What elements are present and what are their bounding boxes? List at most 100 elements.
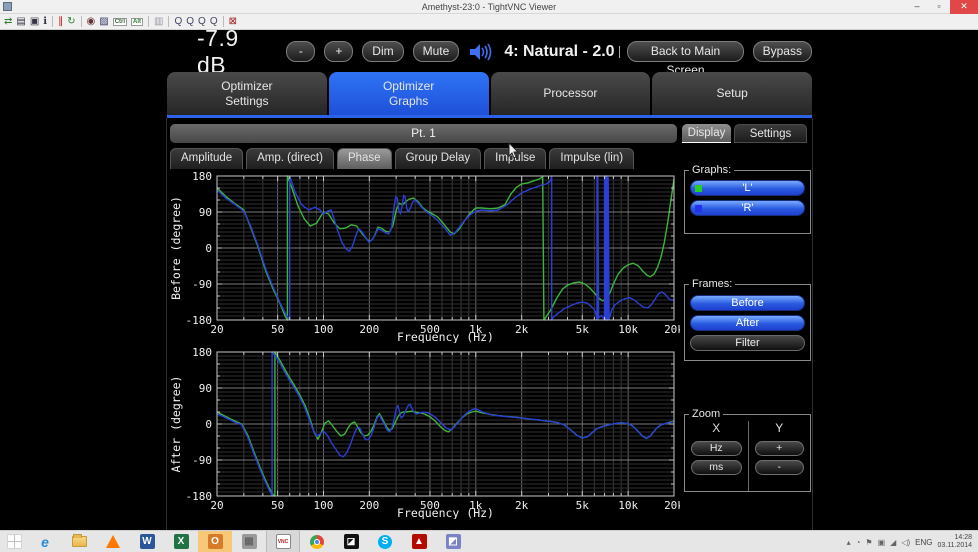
- tab-phase[interactable]: Phase: [337, 148, 392, 169]
- svg-text:50: 50: [271, 323, 284, 336]
- zoom-ms-button[interactable]: ms: [691, 460, 742, 475]
- tab-display[interactable]: Display: [682, 124, 731, 143]
- tab-setup[interactable]: Setup: [652, 72, 812, 115]
- preset-label: 4: Natural - 2.0: [504, 43, 614, 61]
- clock[interactable]: 14:28 03.11.2014: [937, 534, 976, 550]
- svg-text:Before (degree): Before (degree): [169, 196, 183, 300]
- svg-text:After (degree): After (degree): [169, 376, 183, 473]
- svg-text:-180: -180: [186, 314, 213, 327]
- taskbar-excel[interactable]: X: [164, 531, 198, 552]
- refresh-icon[interactable]: ↻: [67, 15, 75, 29]
- start-button[interactable]: [0, 531, 28, 552]
- mouse-cursor: [508, 142, 520, 160]
- window-titlebar: Amethyst-23:0 - TightVNC Viewer – ▫ ✕: [0, 0, 978, 14]
- tray-clock-icon[interactable]: ◔: [856, 538, 861, 547]
- volume-plus-button[interactable]: +: [324, 41, 353, 62]
- clock-date: 03.11.2014: [937, 542, 972, 550]
- pause-icon[interactable]: ∥: [58, 15, 63, 29]
- save-session-icon[interactable]: ▤: [16, 15, 25, 29]
- channel-r-color-icon: [695, 205, 702, 212]
- preset-caret: [619, 46, 620, 58]
- dim-button[interactable]: Dim: [362, 41, 403, 62]
- photos-icon: ◪: [344, 534, 359, 549]
- point-header[interactable]: Pt. 1: [170, 124, 677, 143]
- tab-amp-direct[interactable]: Amp. (direct): [246, 148, 334, 169]
- taskbar-word[interactable]: W: [130, 531, 164, 552]
- tray-volume-icon[interactable]: ◁): [901, 538, 910, 547]
- taskbar-internet-explorer[interactable]: e: [28, 531, 62, 552]
- tab-group-delay[interactable]: Group Delay: [395, 148, 482, 169]
- svg-text:20k: 20k: [664, 323, 680, 336]
- tab-amplitude[interactable]: Amplitude: [170, 148, 243, 169]
- svg-text:10k: 10k: [618, 323, 638, 336]
- frame-after-button[interactable]: After: [690, 315, 805, 331]
- taskbar-lync[interactable]: ◩: [436, 531, 470, 552]
- taskbar-game[interactable]: ▦: [232, 531, 266, 552]
- svg-text:5k: 5k: [576, 323, 590, 336]
- frame-filter-button[interactable]: Filter: [690, 335, 805, 351]
- zoom-in-icon[interactable]: Q: [174, 15, 182, 29]
- tab-optimizer-graphs[interactable]: Optimizer Graphs: [329, 72, 489, 115]
- zoom-y-minus-button[interactable]: -: [755, 460, 805, 475]
- new-connection-icon[interactable]: ⇄: [4, 15, 12, 29]
- taskbar-file-explorer[interactable]: [62, 531, 96, 552]
- back-to-main-button[interactable]: Back to Main Screen: [627, 41, 743, 62]
- tab-impulse-lin[interactable]: Impulse (lin): [549, 148, 634, 169]
- lync-icon: ◩: [446, 534, 461, 549]
- channel-l-button[interactable]: 'L': [690, 180, 805, 196]
- zoom-hz-button[interactable]: Hz: [691, 441, 742, 456]
- ctrl-key-icon[interactable]: Ctrl: [113, 18, 127, 26]
- language-indicator[interactable]: ENG: [915, 538, 932, 547]
- ctrl-alt-del-icon[interactable]: ◉: [87, 15, 96, 29]
- taskbar-acrobat[interactable]: ▲: [402, 531, 436, 552]
- taskbar-vlc[interactable]: [96, 531, 130, 552]
- volume-minus-button[interactable]: -: [286, 41, 315, 62]
- vnc-icon: VNC: [276, 534, 291, 549]
- svg-text:90: 90: [199, 382, 212, 395]
- word-icon: W: [140, 534, 155, 549]
- svg-text:20k: 20k: [664, 499, 680, 512]
- minimize-button[interactable]: –: [906, 0, 928, 14]
- tray-flag-icon[interactable]: ⚑: [865, 538, 872, 547]
- before-phase-graph: 180900-90-18020501002005001k2k5k10k20kBe…: [167, 171, 680, 348]
- right-panel-tabs: Display Settings: [682, 124, 807, 143]
- zoom-y-plus-button[interactable]: +: [755, 441, 805, 456]
- windows-taskbar: e W X O ▦ VNC ◪ S ▲ ◩ ▴ ◔ ⚑ ▣ ◢ ◁) ENG 1…: [0, 530, 978, 552]
- tab-optimizer-settings[interactable]: Optimizer Settings: [167, 72, 327, 115]
- taskbar-photos[interactable]: ◪: [334, 531, 368, 552]
- connection-options-icon[interactable]: ▣: [30, 15, 39, 29]
- tray-expand-icon[interactable]: ▴: [847, 538, 851, 547]
- main-tab-bar: Optimizer Settings Optimizer Graphs Proc…: [167, 72, 812, 115]
- skype-icon: S: [378, 535, 392, 549]
- vnc-toolbar: ⇄ ▤ ▣ ℹ ∥ ↻ ◉ ▨ Ctrl Alt ▥ Q Q Q Q ⊠: [0, 14, 978, 30]
- svg-text:200: 200: [359, 323, 379, 336]
- svg-text:50: 50: [271, 499, 284, 512]
- app-topbar: -7.9 dB - + Dim Mute 4: Natural - 2.0 Ba…: [167, 36, 812, 67]
- bypass-button[interactable]: Bypass: [753, 41, 812, 62]
- zoom-y-label: Y: [755, 421, 805, 437]
- chrome-icon: [310, 535, 324, 549]
- close-button[interactable]: ✕: [950, 0, 978, 14]
- ctrl-esc-icon[interactable]: ▨: [99, 15, 108, 29]
- channel-r-button[interactable]: 'R': [690, 200, 805, 216]
- tab-processor[interactable]: Processor: [491, 72, 651, 115]
- alt-key-icon[interactable]: Alt: [131, 18, 143, 26]
- taskbar-chrome[interactable]: [300, 531, 334, 552]
- file-transfer-icon[interactable]: ▥: [154, 15, 163, 29]
- taskbar-skype[interactable]: S: [368, 531, 402, 552]
- svg-text:20: 20: [210, 323, 223, 336]
- network-icon[interactable]: ◢: [890, 538, 896, 547]
- zoom-out-icon[interactable]: Q: [186, 15, 194, 29]
- tab-settings[interactable]: Settings: [734, 124, 807, 143]
- after-phase-graph: 180900-90-18020501002005001k2k5k10k20kAf…: [167, 347, 680, 524]
- taskbar-outlook[interactable]: O: [198, 531, 232, 552]
- connection-info-icon[interactable]: ℹ: [43, 15, 47, 29]
- acrobat-icon: ▲: [412, 534, 427, 549]
- taskbar-vnc-viewer[interactable]: VNC: [266, 531, 300, 552]
- maximize-button[interactable]: ▫: [928, 0, 950, 14]
- frame-before-button[interactable]: Before: [690, 295, 805, 311]
- system-tray: ▴ ◔ ⚑ ▣ ◢ ◁) ENG 14:28 03.11.2014: [847, 531, 976, 552]
- zoom-group: Zoom X Hz ms Y + -: [684, 414, 811, 492]
- mute-button[interactable]: Mute: [413, 41, 460, 62]
- tray-app-icon[interactable]: ▣: [878, 538, 886, 547]
